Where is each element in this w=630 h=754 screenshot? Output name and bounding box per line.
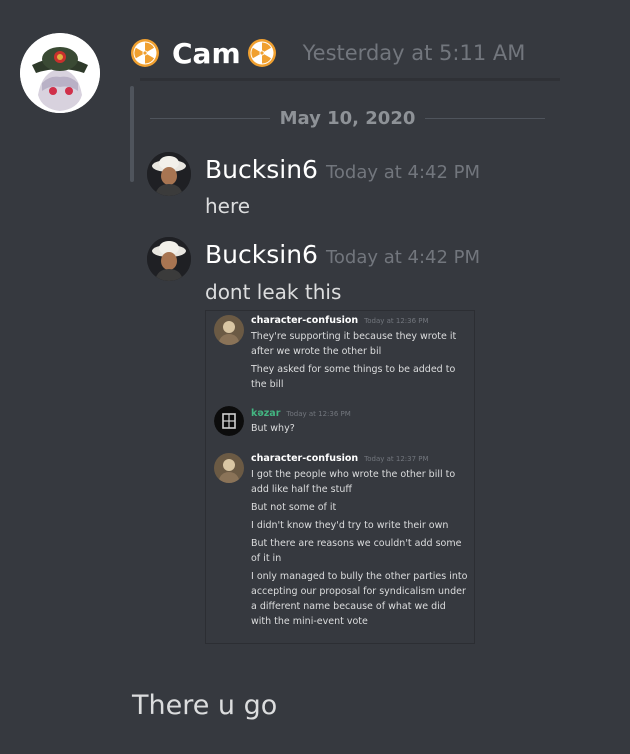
- inner-message-line: add like half the stuff: [251, 484, 352, 495]
- inner-author: kəzar Today at 12:36 PM: [251, 408, 351, 419]
- quote-bar: [130, 86, 134, 182]
- inner-message-line: I got the people who wrote the other bil…: [251, 469, 456, 480]
- embedded-message-text: here: [205, 194, 251, 218]
- embedded-avatar: [147, 237, 191, 281]
- message-timestamp[interactable]: Yesterday at 5:11 AM: [303, 41, 526, 65]
- inner-message-line: They asked for some things to be added t…: [251, 364, 456, 375]
- inner-message-line: But why?: [251, 423, 295, 434]
- radioactive-icon: [247, 38, 277, 68]
- inner-avatar: [214, 315, 244, 345]
- embedded-timestamp: Today at 4:42 PM: [325, 162, 481, 183]
- username[interactable]: Cam: [172, 37, 241, 70]
- embedded-author: Bucksin6: [205, 155, 318, 184]
- inner-avatar: [214, 453, 244, 483]
- inner-message-line: of it in: [251, 553, 282, 564]
- divider-line: [425, 117, 546, 119]
- date-divider: May 10, 2020: [150, 103, 546, 133]
- embedded-message-text: dont leak this: [205, 280, 342, 304]
- embedded-message-header: Bucksin6 Today at 4:42 PM: [205, 155, 480, 184]
- inner-message-line: They're supporting it because they wrote…: [251, 331, 457, 342]
- avatar[interactable]: [20, 33, 100, 113]
- date-divider-label: May 10, 2020: [279, 107, 416, 129]
- inner-message-line: the bill: [251, 379, 284, 390]
- embedded-author: Bucksin6: [205, 240, 318, 269]
- inner-message-line: with the mini-event vote: [251, 616, 368, 627]
- inner-author: character-confusion Today at 12:36 PM: [251, 315, 429, 326]
- embedded-timestamp: Today at 4:42 PM: [325, 247, 481, 268]
- message-header: Cam Yesterday at 5:11 AM: [130, 28, 525, 78]
- inner-author: character-confusion Today at 12:37 PM: [251, 453, 429, 464]
- attached-screenshot[interactable]: character-confusion Today at 12:36 PM The…: [205, 310, 475, 644]
- inner-message-line: a different name because of what we did: [251, 601, 446, 612]
- inner-message-line: I didn't know they'd try to write their …: [251, 520, 449, 531]
- radioactive-icon: [130, 38, 160, 68]
- inner-message-line: But there are reasons we couldn't add so…: [251, 538, 462, 549]
- divider-line: [150, 117, 270, 119]
- embed-top-divider: [140, 78, 560, 81]
- inner-message-line: I only managed to bully the other partie…: [251, 571, 468, 582]
- inner-message-line: accepting our proposal for syndicalism u…: [251, 586, 466, 597]
- inner-message-line: But not some of it: [251, 502, 337, 513]
- inner-message-line: after we wrote the other bil: [251, 346, 382, 357]
- embedded-message-header: Bucksin6 Today at 4:42 PM: [205, 240, 480, 269]
- message-text: There u go: [132, 690, 278, 721]
- inner-avatar: [214, 406, 244, 436]
- embedded-avatar: [147, 152, 191, 196]
